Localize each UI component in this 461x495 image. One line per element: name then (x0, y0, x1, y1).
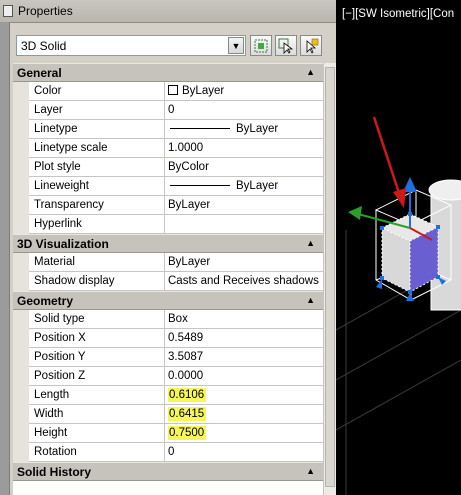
property-label: Transparency (29, 196, 165, 215)
property-row-material[interactable]: Material ByLayer (13, 253, 323, 272)
linetype-preview-icon (170, 128, 230, 129)
quick-select-button[interactable] (250, 35, 272, 56)
property-row-solid-type[interactable]: Solid type Box (13, 310, 323, 329)
viewport-scene (336, 116, 461, 495)
property-value[interactable]: Box (165, 310, 323, 329)
model-viewport[interactable]: [−][SW Isometric][Con (336, 0, 461, 495)
palette-toolbar: 3D Solid ▼ (10, 23, 336, 63)
property-label: Position X (29, 329, 165, 348)
property-value[interactable]: ByLayer (165, 177, 323, 196)
highlighted-value: 0.6415 (168, 407, 207, 421)
property-label: Position Z (29, 367, 165, 386)
property-label: Linetype scale (29, 139, 165, 158)
property-label: Plot style (29, 158, 165, 177)
property-row-width[interactable]: Width 0.6415 (13, 405, 323, 424)
property-label: Width (29, 405, 165, 424)
property-label: Linetype (29, 120, 165, 139)
property-value[interactable]: 0.0000 (165, 367, 323, 386)
collapse-icon[interactable]: ▲ (306, 67, 315, 77)
scrollbar-thumb[interactable] (325, 67, 335, 487)
property-label: Length (29, 386, 165, 405)
properties-grid: General ▲ Color ByLayer Layer 0 Linetype… (13, 63, 323, 495)
select-objects-button[interactable] (275, 35, 297, 56)
property-label: Lineweight (29, 177, 165, 196)
section-geometry[interactable]: Geometry ▲ (13, 291, 323, 310)
collapse-icon[interactable]: ▲ (306, 295, 315, 305)
section-3d-visualization[interactable]: 3D Visualization ▲ (13, 234, 323, 253)
property-row-linetype[interactable]: Linetype ByLayer (13, 120, 323, 139)
property-row-position-y[interactable]: Position Y 3.5087 (13, 348, 323, 367)
section-title: 3D Visualization (17, 237, 109, 251)
object-type-value: 3D Solid (21, 39, 67, 53)
property-label: Color (29, 82, 165, 101)
section-title: Solid History (17, 465, 92, 479)
property-value[interactable]: ByLayer (165, 120, 323, 139)
property-label: Height (29, 424, 165, 443)
property-value[interactable]: Casts and Receives shadows (165, 272, 323, 291)
object-type-dropdown[interactable]: 3D Solid ▼ (16, 35, 246, 56)
highlighted-value: 0.6106 (168, 388, 207, 402)
property-label: Position Y (29, 348, 165, 367)
property-value[interactable]: 0.6415 (165, 405, 323, 424)
section-solid-history[interactable]: Solid History ▲ (13, 462, 323, 481)
toggle-pickadd-button[interactable] (300, 35, 322, 56)
property-row-transparency[interactable]: Transparency ByLayer (13, 196, 323, 215)
property-value[interactable]: 1.0000 (165, 139, 323, 158)
property-value[interactable] (165, 215, 323, 234)
properties-palette: Properties 3D Solid ▼ General ▲ Color By… (0, 0, 336, 495)
select-objects-icon (278, 38, 294, 54)
quick-select-icon (254, 39, 268, 53)
property-label: Rotation (29, 443, 165, 462)
property-label: Shadow display (29, 272, 165, 291)
palette-side-strip[interactable] (0, 22, 10, 495)
palette-icon (3, 5, 13, 17)
property-label: Hyperlink (29, 215, 165, 234)
property-value[interactable]: ByLayer (165, 82, 323, 101)
property-value[interactable]: ByLayer (165, 196, 323, 215)
property-value[interactable]: 0 (165, 443, 323, 462)
annotation-arrow-icon (372, 116, 406, 208)
property-row-lineweight[interactable]: Lineweight ByLayer (13, 177, 323, 196)
property-row-layer[interactable]: Layer 0 (13, 101, 323, 120)
property-value[interactable]: 3.5087 (165, 348, 323, 367)
palette-title-bar[interactable]: Properties (0, 0, 336, 23)
color-swatch-icon (168, 85, 178, 95)
property-row-position-z[interactable]: Position Z 0.0000 (13, 367, 323, 386)
toggle-pickadd-icon (306, 38, 319, 54)
property-row-color[interactable]: Color ByLayer (13, 82, 323, 101)
property-label: Layer (29, 101, 165, 120)
highlighted-value: 0.7500 (168, 426, 207, 440)
chevron-down-icon[interactable]: ▼ (228, 37, 244, 54)
property-value[interactable]: 0.6106 (165, 386, 323, 405)
section-title: Geometry (17, 294, 74, 308)
property-row-height[interactable]: Height 0.7500 (13, 424, 323, 443)
property-label: Material (29, 253, 165, 272)
property-label: Solid type (29, 310, 165, 329)
property-row-hyperlink[interactable]: Hyperlink (13, 215, 323, 234)
collapse-icon[interactable]: ▲ (306, 238, 315, 248)
property-row-rotation[interactable]: Rotation 0 (13, 443, 323, 462)
lineweight-preview-icon (170, 185, 230, 186)
section-title: General (17, 66, 62, 80)
property-row-shadow-display[interactable]: Shadow display Casts and Receives shadow… (13, 272, 323, 291)
property-value[interactable]: 0.5489 (165, 329, 323, 348)
vertical-scrollbar[interactable] (323, 63, 336, 495)
property-value[interactable]: ByLayer (165, 253, 323, 272)
property-value[interactable]: 0 (165, 101, 323, 120)
property-row-length[interactable]: Length 0.6106 (13, 386, 323, 405)
collapse-icon[interactable]: ▲ (306, 466, 315, 476)
property-value[interactable]: 0.7500 (165, 424, 323, 443)
property-row-plot-style[interactable]: Plot style ByColor (13, 158, 323, 177)
palette-title: Properties (18, 4, 73, 18)
property-row-linetype-scale[interactable]: Linetype scale 1.0000 (13, 139, 323, 158)
section-general[interactable]: General ▲ (13, 63, 323, 82)
property-row-position-x[interactable]: Position X 0.5489 (13, 329, 323, 348)
property-value[interactable]: ByColor (165, 158, 323, 177)
viewport-label[interactable]: [−][SW Isometric][Con (342, 8, 454, 20)
